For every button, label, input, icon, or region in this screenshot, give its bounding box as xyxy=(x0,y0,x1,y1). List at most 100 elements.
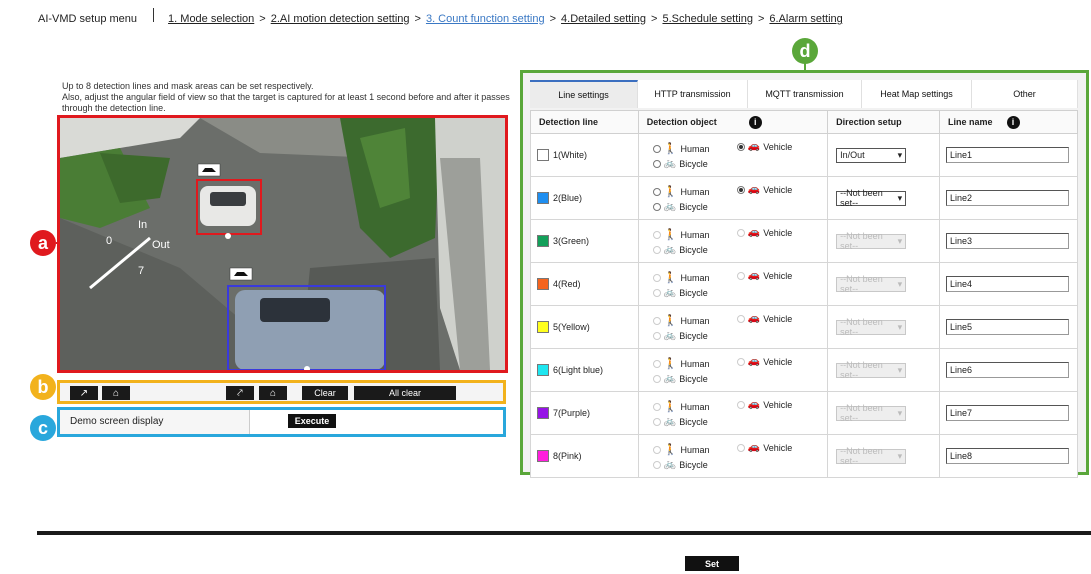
vehicle-radio[interactable] xyxy=(736,314,745,323)
vehicle-option[interactable]: 🚗 Vehicle xyxy=(736,227,793,238)
bicycle-option[interactable]: 🚲 Bicycle xyxy=(652,416,708,427)
human-radio[interactable] xyxy=(652,144,661,153)
breadcrumb-step-count[interactable]: 3. Count function setting xyxy=(426,13,545,25)
tab-other[interactable]: Other xyxy=(972,80,1078,108)
breadcrumb-step-schedule[interactable]: 5.Schedule setting xyxy=(662,13,753,25)
bicycle-radio[interactable] xyxy=(652,245,661,254)
delete-mask-button[interactable]: ⌂ xyxy=(259,386,287,400)
chevron-down-icon: ▾ xyxy=(897,235,903,246)
line-name-input[interactable]: Line5 xyxy=(946,319,1070,335)
human-radio[interactable] xyxy=(652,273,661,282)
line-name-input[interactable]: Line7 xyxy=(946,405,1070,421)
bicycle-option[interactable]: 🚲 Bicycle xyxy=(652,244,708,255)
line-name-input[interactable]: Line3 xyxy=(946,233,1070,249)
bicycle-radio[interactable] xyxy=(652,159,661,168)
bicycle-option[interactable]: 🚲 Bicycle xyxy=(652,330,708,341)
bicycle-option[interactable]: 🚲 Bicycle xyxy=(652,373,708,384)
info-icon[interactable]: i xyxy=(1006,115,1020,129)
vehicle-label: Vehicle xyxy=(763,227,793,238)
direction-select[interactable]: --Not been set-- ▾ xyxy=(836,188,907,208)
all-clear-button[interactable]: All clear xyxy=(354,386,456,400)
vehicle-option[interactable]: 🚗 Vehicle xyxy=(736,442,793,453)
human-option[interactable]: 🚶 Human xyxy=(652,185,710,198)
bicycle-option[interactable]: 🚲 Bicycle xyxy=(652,158,708,169)
line-name-input[interactable]: Line2 xyxy=(946,190,1070,206)
tab-http-transmission[interactable]: HTTP transmission xyxy=(638,80,748,108)
breadcrumb-step-alarm[interactable]: 6.Alarm setting xyxy=(769,13,842,25)
bicycle-icon: 🚲 xyxy=(663,373,677,384)
human-option[interactable]: 🚶 Human xyxy=(652,314,710,327)
execute-button[interactable]: Execute xyxy=(288,414,336,428)
bicycle-radio[interactable] xyxy=(652,374,661,383)
vehicle-option[interactable]: 🚗 Vehicle xyxy=(736,399,792,410)
vehicle-option[interactable]: 🚗 Vehicle xyxy=(736,313,792,324)
bicycle-radio[interactable] xyxy=(652,202,661,211)
bicycle-radio[interactable] xyxy=(652,460,661,469)
chevron-down-icon: ▾ xyxy=(897,192,903,203)
line-label: 3(Green) xyxy=(553,236,590,246)
human-radio[interactable] xyxy=(652,445,661,454)
human-icon: 🚶 xyxy=(663,315,678,327)
human-option[interactable]: 🚶 Human xyxy=(652,400,710,413)
human-radio[interactable] xyxy=(652,187,661,196)
human-option[interactable]: 🚶 Human xyxy=(652,357,710,370)
vehicle-option[interactable]: 🚗 Vehicle xyxy=(736,270,792,281)
bicycle-radio[interactable] xyxy=(652,288,661,297)
line-name-input[interactable]: Line8 xyxy=(946,448,1070,464)
direction-select: --Not been set-- ▾ xyxy=(836,446,907,466)
line-name-cell: Line8 xyxy=(939,434,1078,478)
draw-line-button[interactable]: ↗ xyxy=(70,386,98,400)
bicycle-radio[interactable] xyxy=(652,417,661,426)
line-name-input[interactable]: Line4 xyxy=(946,276,1070,292)
vehicle-option[interactable]: 🚗 Vehicle xyxy=(736,184,792,195)
vehicle-radio[interactable] xyxy=(736,400,745,409)
draw-mask-button[interactable]: ⌂ xyxy=(102,386,130,400)
human-radio[interactable] xyxy=(652,230,661,239)
vehicle-label: Vehicle xyxy=(763,442,793,453)
line-name-input[interactable]: Line1 xyxy=(946,147,1070,163)
set-button[interactable]: Set xyxy=(685,556,739,571)
bicycle-option[interactable]: 🚲 Bicycle xyxy=(652,201,708,212)
human-option[interactable]: 🚶 Human xyxy=(652,271,710,284)
breadcrumb-step-detailed[interactable]: 4.Detailed setting xyxy=(561,13,646,25)
vehicle-radio[interactable] xyxy=(736,185,745,194)
vehicle-radio[interactable] xyxy=(736,443,745,452)
direction-select[interactable]: In/Out ▾ xyxy=(836,147,907,163)
vehicle-option[interactable]: 🚗 Vehicle xyxy=(736,356,792,367)
vehicle-radio[interactable] xyxy=(736,271,745,280)
tab-mqtt-transmission[interactable]: MQTT transmission xyxy=(748,80,862,108)
human-label: Human xyxy=(680,186,710,197)
vehicle-radio[interactable] xyxy=(736,228,745,237)
human-option[interactable]: 🚶 Human xyxy=(652,443,710,456)
clear-button[interactable]: Clear xyxy=(302,386,348,400)
callout-a: a xyxy=(30,230,56,256)
line-name-cell: Line4 xyxy=(939,262,1078,306)
breadcrumb-step-ai-motion[interactable]: 2.AI motion detection setting xyxy=(271,13,410,25)
human-radio[interactable] xyxy=(652,316,661,325)
tab-heat-map-settings[interactable]: Heat Map settings xyxy=(862,80,972,108)
vehicle-option[interactable]: 🚗 Vehicle xyxy=(736,141,792,152)
info-icon[interactable]: i xyxy=(748,115,762,129)
chevron-down-icon: ▾ xyxy=(897,321,903,332)
human-option[interactable]: 🚶 Human xyxy=(652,228,710,241)
table-row: 3(Green) 🚶 Human 🚗 Vehicle 🚲 Bicycle --Not been… xyxy=(530,219,1078,263)
delete-line-button[interactable]: ⤤ xyxy=(226,386,254,400)
vehicle-radio[interactable] xyxy=(736,357,745,366)
bicycle-option[interactable]: 🚲 Bicycle xyxy=(652,287,708,298)
bicycle-option[interactable]: 🚲 Bicycle xyxy=(652,459,708,470)
header-detection-line: Detection line xyxy=(530,110,639,134)
camera-view[interactable]: In Out 0 7 xyxy=(57,115,508,373)
bicycle-icon: 🚲 xyxy=(663,201,677,212)
human-radio[interactable] xyxy=(652,359,661,368)
tab-line-settings[interactable]: Line settings xyxy=(530,80,638,108)
human-option[interactable]: 🚶 Human xyxy=(652,142,710,155)
chevron-down-icon: ▾ xyxy=(897,407,903,418)
human-radio[interactable] xyxy=(652,402,661,411)
bicycle-radio[interactable] xyxy=(652,331,661,340)
line-label: 7(Purple) xyxy=(553,408,591,418)
breadcrumb-separator: > xyxy=(259,13,266,25)
vehicle-radio[interactable] xyxy=(736,142,745,151)
vehicle-icon: 🚗 xyxy=(747,356,761,367)
breadcrumb-step-mode[interactable]: 1. Mode selection xyxy=(168,13,254,25)
line-name-input[interactable]: Line6 xyxy=(946,362,1070,378)
